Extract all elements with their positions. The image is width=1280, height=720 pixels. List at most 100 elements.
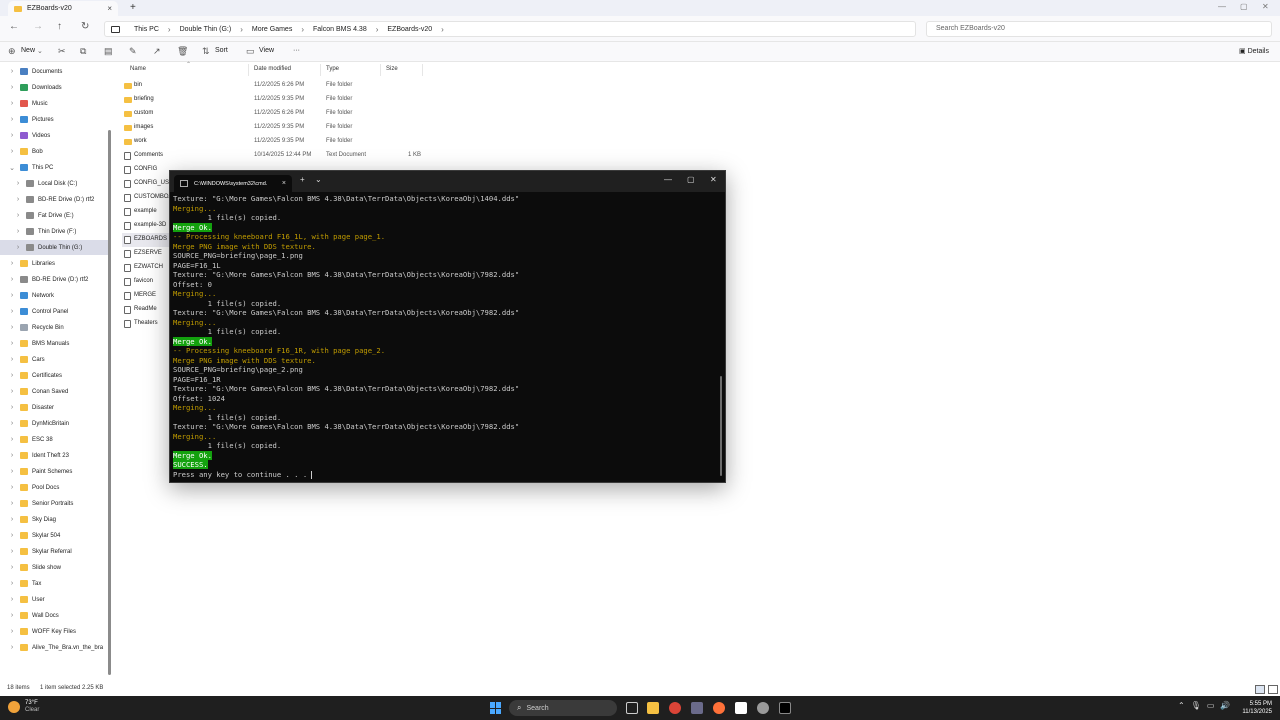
copy-icon[interactable]: ⧉ (80, 46, 86, 57)
file-row[interactable]: images 11/2/2025 9:35 PM File folder (122, 121, 422, 135)
app-icon[interactable] (757, 702, 769, 714)
sidebar-item[interactable]: › BD-RE Drive (D:) rtf2 (0, 192, 108, 207)
chevron-right-icon[interactable]: › (8, 644, 16, 651)
details-button[interactable]: ▣ Details (1239, 47, 1269, 55)
chevron-right-icon[interactable]: › (8, 484, 16, 491)
sidebar-item[interactable]: › Network (0, 288, 108, 303)
sidebar-item[interactable]: › Paint Schemes (0, 464, 108, 479)
chevron-right-icon[interactable]: › (8, 436, 16, 443)
chevron-right-icon[interactable]: › (8, 564, 16, 571)
app-icon[interactable] (691, 702, 703, 714)
sidebar-item[interactable]: › Sky Diag (0, 512, 108, 527)
chevron-right-icon[interactable]: › (8, 292, 16, 299)
sidebar-item[interactable]: › Music (0, 96, 108, 111)
sidebar-item[interactable]: › Bob (0, 144, 108, 159)
sort-button[interactable]: Sort (215, 47, 228, 54)
sidebar-item[interactable]: › Skylar 504 (0, 528, 108, 543)
delete-icon[interactable]: 🗑 (177, 46, 188, 57)
terminal-app-icon[interactable] (779, 702, 791, 714)
terminal-title-bar[interactable]: C:\WINDOWS\system32\cmd. × + ⌄ — ▢ ✕ (170, 171, 725, 192)
display-icon[interactable]: ▭ (1207, 701, 1215, 710)
cut-icon[interactable]: ✂ (58, 46, 66, 57)
chevron-right-icon[interactable]: › (8, 532, 16, 539)
sidebar-item[interactable]: › Cars (0, 352, 108, 367)
sidebar-item[interactable]: › Thin Drive (F:) (0, 224, 108, 239)
chrome-icon[interactable] (669, 702, 681, 714)
column-name[interactable]: Name (130, 66, 146, 72)
chevron-right-icon[interactable]: › (8, 612, 16, 619)
chevron-down-icon[interactable]: ⌄ (315, 175, 322, 184)
column-divider[interactable] (422, 64, 423, 76)
firefox-icon[interactable] (713, 702, 725, 714)
sidebar-item[interactable]: › Skylar Referral (0, 544, 108, 559)
chevron-right-icon[interactable]: › (8, 324, 16, 331)
sidebar-item[interactable]: › Wall Docs (0, 608, 108, 623)
file-row[interactable]: briefing 11/2/2025 9:35 PM File folder (122, 93, 422, 107)
column-date[interactable]: Date modified (254, 66, 291, 72)
sidebar-item[interactable]: › Documents (0, 64, 108, 79)
chevron-right-icon[interactable]: › (8, 100, 16, 107)
sidebar-item[interactable]: › Videos (0, 128, 108, 143)
chevron-right-icon[interactable]: › (8, 452, 16, 459)
nav-scrollbar[interactable] (108, 130, 111, 675)
column-divider[interactable] (380, 64, 381, 76)
breadcrumb-more-games[interactable]: More Games (252, 26, 292, 33)
minimize-icon[interactable]: — (1218, 2, 1226, 11)
chevron-right-icon[interactable]: › (8, 308, 16, 315)
sidebar-item[interactable]: › Fat Drive (E:) (0, 208, 108, 223)
file-row[interactable]: custom 11/2/2025 6:26 PM File folder (122, 107, 422, 121)
sidebar-item[interactable]: › Conan Saved (0, 384, 108, 399)
file-row[interactable]: Comments 10/14/2025 12:44 PM Text Document… (122, 149, 422, 163)
taskbar-search[interactable]: ⌕ Search (509, 700, 617, 716)
chevron-right-icon[interactable]: › (14, 212, 22, 219)
sidebar-item[interactable]: › ESC 38 (0, 432, 108, 447)
task-view-icon[interactable] (626, 702, 638, 714)
sidebar-item[interactable]: › Recycle Bin (0, 320, 108, 335)
chevron-right-icon[interactable]: › (8, 580, 16, 587)
chevron-right-icon[interactable]: › (8, 340, 16, 347)
chevron-right-icon[interactable]: › (8, 516, 16, 523)
maximize-icon[interactable]: ▢ (1240, 2, 1248, 11)
chevron-right-icon[interactable]: › (8, 404, 16, 411)
column-size[interactable]: Size (386, 66, 398, 72)
column-divider[interactable] (320, 64, 321, 76)
breadcrumb[interactable]: This PC › Double Thin (G:) › More Games … (104, 21, 916, 37)
volume-icon[interactable]: 🔊 (1220, 701, 1230, 710)
up-icon[interactable]: ↑ (57, 21, 62, 32)
sidebar-item[interactable]: › Slide show (0, 560, 108, 575)
file-row[interactable]: work 11/2/2025 9:35 PM File folder (122, 135, 422, 149)
chevron-right-icon[interactable]: › (14, 244, 22, 251)
app-icon[interactable] (735, 702, 747, 714)
sidebar-item[interactable]: › Senior Portraits (0, 496, 108, 511)
windows-start-icon[interactable] (490, 702, 502, 714)
sidebar-item[interactable]: › Pool Docs (0, 480, 108, 495)
sidebar-item[interactable]: › BD-RE Drive (D:) rtf2 (0, 272, 108, 287)
refresh-icon[interactable]: ↻ (81, 21, 89, 32)
sidebar-item[interactable]: › Pictures (0, 112, 108, 127)
chevron-right-icon[interactable]: › (8, 388, 16, 395)
chevron-right-icon[interactable]: › (8, 148, 16, 155)
minimize-icon[interactable]: — (664, 175, 672, 184)
breadcrumb-drive[interactable]: Double Thin (G:) (180, 26, 232, 33)
chevron-right-icon[interactable]: › (8, 420, 16, 427)
chevron-right-icon[interactable]: › (8, 468, 16, 475)
sidebar-item[interactable]: › Ident Theft 23 (0, 448, 108, 463)
chevron-up-icon[interactable]: ⌃ (1178, 701, 1185, 710)
chevron-right-icon[interactable]: › (14, 196, 22, 203)
close-icon[interactable]: × (107, 4, 112, 13)
sidebar-item[interactable]: ⌄ This PC (0, 160, 108, 175)
sidebar-item[interactable]: › Disaster (0, 400, 108, 415)
tiles-view-icon[interactable] (1268, 685, 1278, 694)
sidebar-item[interactable]: › Local Disk (C:) (0, 176, 108, 191)
chevron-down-icon[interactable]: ⌄ (8, 164, 16, 172)
paste-icon[interactable]: ▤ (104, 46, 113, 57)
back-icon[interactable]: ← (9, 21, 19, 32)
chevron-right-icon[interactable]: › (8, 276, 16, 283)
file-row[interactable]: bin 11/2/2025 6:26 PM File folder (122, 79, 422, 93)
breadcrumb-ezboards[interactable]: EZBoards-v20 (387, 26, 432, 33)
microphone-icon[interactable]: 🎙 (1191, 701, 1201, 710)
sidebar-item[interactable]: › Downloads (0, 80, 108, 95)
maximize-icon[interactable]: ▢ (687, 175, 695, 184)
sidebar-item[interactable]: › Certificates (0, 368, 108, 383)
more-options-button[interactable]: ··· (293, 47, 300, 54)
